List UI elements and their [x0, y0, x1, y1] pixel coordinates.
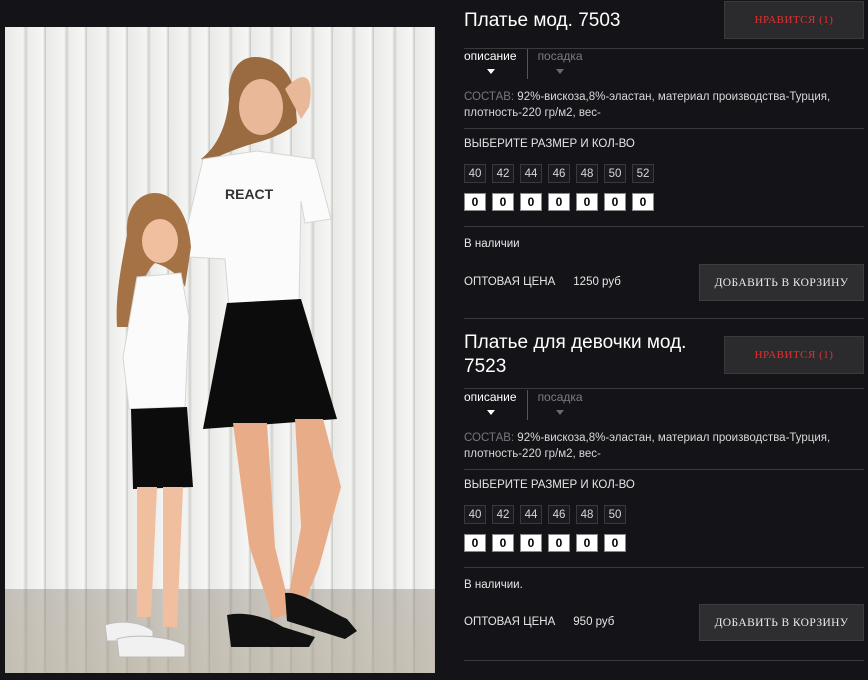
size-option[interactable]: 46 [548, 505, 570, 524]
tab-fit[interactable]: посадка [526, 49, 593, 79]
quantity-input[interactable]: 0 [492, 534, 514, 552]
size-option[interactable]: 44 [520, 164, 542, 183]
caret-down-icon [487, 69, 496, 74]
quantity-input[interactable]: 0 [632, 193, 654, 211]
size-option[interactable]: 44 [520, 505, 542, 524]
caret-down-icon [556, 410, 565, 415]
tab-label: посадка [537, 49, 583, 63]
product-title: Платье мод. 7503 [464, 10, 621, 31]
quantity-input[interactable]: 0 [520, 193, 542, 211]
tab-label: посадка [537, 390, 583, 404]
caret-down-icon [487, 410, 496, 415]
divider [464, 226, 864, 227]
composition-label: СОСТАВ: [464, 91, 515, 103]
divider [464, 567, 864, 568]
quantity-input[interactable]: 0 [464, 193, 486, 211]
quantity-input[interactable]: 0 [576, 534, 598, 552]
price-row: ОПТОВАЯ ЦЕНА 1250 руб [464, 276, 621, 288]
size-option[interactable]: 42 [492, 164, 514, 183]
composition-value: 92%-вискоза,8%-эластан, материал произво… [464, 91, 831, 119]
quantity-input[interactable]: 0 [548, 193, 570, 211]
composition-text: СОСТАВ: 92%-вискоза,8%-эластан, материал… [464, 89, 864, 121]
size-option[interactable]: 40 [464, 164, 486, 183]
price-label: ОПТОВАЯ ЦЕНА [464, 616, 556, 628]
caret-down-icon [556, 69, 565, 74]
like-button[interactable]: НРАВИТСЯ (1) [724, 1, 864, 39]
tab-label: описание [464, 49, 517, 63]
price-row: ОПТОВАЯ ЦЕНА 950 руб [464, 616, 614, 628]
svg-text:REACT: REACT [225, 186, 274, 202]
size-heading: ВЫБЕРИТЕ РАЗМЕР И КОЛ-ВО [464, 479, 635, 491]
quantity-input[interactable]: 0 [604, 534, 626, 552]
price-value: 1250 руб [573, 276, 621, 288]
stock-status: В наличии. [464, 579, 523, 591]
size-option[interactable]: 40 [464, 505, 486, 524]
size-option[interactable]: 50 [604, 505, 626, 524]
divider [464, 469, 864, 470]
size-option[interactable]: 46 [548, 164, 570, 183]
divider [464, 388, 864, 389]
quantity-input[interactable]: 0 [576, 193, 598, 211]
size-heading: ВЫБЕРИТЕ РАЗМЕР И КОЛ-ВО [464, 138, 635, 150]
photo-illustration: REACT [104, 57, 357, 658]
stock-status: В наличии [464, 238, 520, 250]
price-value: 950 руб [573, 616, 615, 628]
add-to-cart-button[interactable]: ДОБАВИТЬ В КОРЗИНУ [699, 604, 864, 641]
product-title: Платье для девочки мод. 7523 [464, 332, 687, 377]
quantity-input[interactable]: 0 [492, 193, 514, 211]
composition-value: 92%-вискоза,8%-эластан, материал произво… [464, 432, 831, 460]
size-option[interactable]: 48 [576, 164, 598, 183]
like-button[interactable]: НРАВИТСЯ (1) [724, 336, 864, 374]
divider [464, 318, 864, 319]
size-option[interactable]: 48 [576, 505, 598, 524]
quantity-input[interactable]: 0 [548, 534, 570, 552]
size-option[interactable]: 50 [604, 164, 626, 183]
tab-description[interactable]: описание [464, 49, 527, 79]
product-photo: REACT [5, 27, 435, 673]
tab-fit[interactable]: посадка [526, 390, 593, 420]
composition-text: СОСТАВ: 92%-вискоза,8%-эластан, материал… [464, 430, 864, 462]
quantity-input[interactable]: 0 [464, 534, 486, 552]
divider [464, 128, 864, 129]
quantity-input[interactable]: 0 [604, 193, 626, 211]
add-to-cart-button[interactable]: ДОБАВИТЬ В КОРЗИНУ [699, 264, 864, 301]
tab-description[interactable]: описание [464, 390, 527, 420]
tab-label: описание [464, 390, 517, 404]
composition-label: СОСТАВ: [464, 432, 515, 444]
divider [464, 660, 864, 661]
size-option[interactable]: 42 [492, 505, 514, 524]
price-label: ОПТОВАЯ ЦЕНА [464, 276, 556, 288]
quantity-input[interactable]: 0 [520, 534, 542, 552]
size-option[interactable]: 52 [632, 164, 654, 183]
